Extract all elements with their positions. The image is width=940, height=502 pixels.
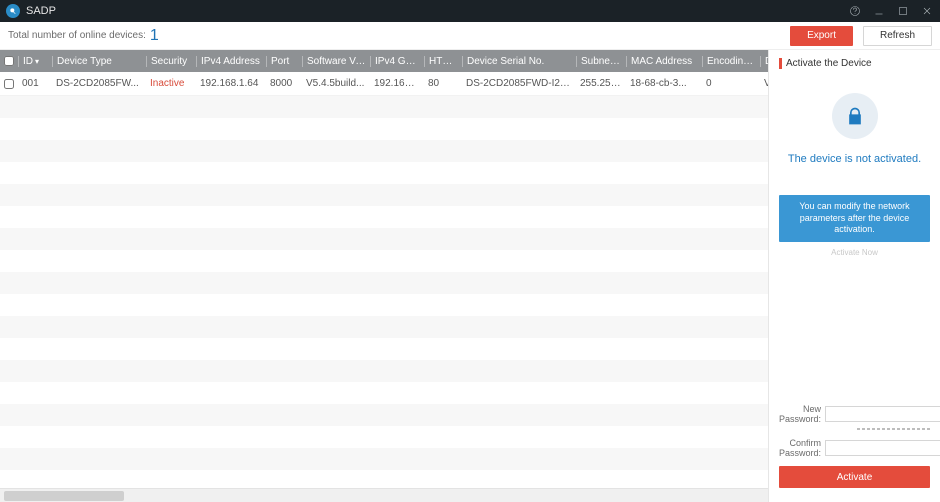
cell-http: 80 xyxy=(424,78,462,89)
activation-status: The device is not activated. xyxy=(788,153,921,165)
col-ip[interactable]: IPv4 Address xyxy=(196,56,266,67)
cell-mac: 18-68-cb-3... xyxy=(626,78,702,89)
cell-gateway: 192.168.... xyxy=(370,78,424,89)
col-http[interactable]: HTTP P... xyxy=(424,56,462,67)
export-button[interactable]: Export xyxy=(790,26,853,46)
col-software[interactable]: Software Ve... xyxy=(302,56,370,67)
cell-serial: DS-2CD2085FWD-I2017... xyxy=(462,78,576,89)
maximize-icon[interactable] xyxy=(896,4,910,18)
empty-rows xyxy=(0,96,768,502)
col-type[interactable]: Device Type xyxy=(52,56,146,67)
device-count-value: 1 xyxy=(150,27,159,45)
activate-button[interactable]: Activate xyxy=(779,466,930,488)
close-icon[interactable] xyxy=(920,4,934,18)
table-row[interactable]: 001 DS-2CD2085FW... Inactive 192.168.1.6… xyxy=(0,72,768,96)
activate-panel: Activate the Device The device is not ac… xyxy=(768,50,940,502)
device-grid: ID▾ Device Type Security IPv4 Address Po… xyxy=(0,50,768,502)
col-id[interactable]: ID▾ xyxy=(18,56,52,67)
col-check[interactable] xyxy=(0,56,18,66)
activation-hint: You can modify the network parameters af… xyxy=(779,195,930,242)
cell-dsp: V7.3 build. xyxy=(760,78,768,89)
new-password-input[interactable] xyxy=(825,406,940,422)
toolbar: Total number of online devices: 1 Export… xyxy=(0,22,940,50)
row-checkbox[interactable] xyxy=(4,79,14,89)
cell-type: DS-2CD2085FW... xyxy=(52,78,146,89)
confirm-password-label: Confirm Password: xyxy=(779,438,825,458)
cell-software: V5.4.5build... xyxy=(302,78,370,89)
refresh-button[interactable]: Refresh xyxy=(863,26,932,46)
cell-ip: 192.168.1.64 xyxy=(196,78,266,89)
new-password-label: New Password: xyxy=(779,404,825,424)
col-serial[interactable]: Device Serial No. xyxy=(462,56,576,67)
col-mac[interactable]: MAC Address xyxy=(626,56,702,67)
app-logo-icon xyxy=(6,4,20,18)
device-count-label: Total number of online devices: xyxy=(8,30,146,41)
col-port[interactable]: Port xyxy=(266,56,302,67)
activate-now-link[interactable]: Activate Now xyxy=(779,248,930,257)
cell-security: Inactive xyxy=(146,78,196,89)
minimize-icon[interactable] xyxy=(872,4,886,18)
title-bar: SADP xyxy=(0,0,940,22)
panel-title: Activate the Device xyxy=(779,58,930,69)
col-gateway[interactable]: IPv4 Gate... xyxy=(370,56,424,67)
grid-header: ID▾ Device Type Security IPv4 Address Po… xyxy=(0,50,768,72)
password-strength-meter xyxy=(857,428,930,430)
cell-id: 001 xyxy=(18,78,52,89)
help-icon[interactable] xyxy=(848,4,862,18)
cell-encoding: 0 xyxy=(702,78,760,89)
col-dsp[interactable]: DSP Versio xyxy=(760,56,768,67)
col-encoding[interactable]: Encoding Ch... xyxy=(702,56,760,67)
confirm-password-input[interactable] xyxy=(825,440,940,456)
cell-port: 8000 xyxy=(266,78,302,89)
col-security[interactable]: Security xyxy=(146,56,196,67)
horizontal-scrollbar[interactable] xyxy=(0,488,768,502)
col-subnet[interactable]: Subnet ... xyxy=(576,56,626,67)
app-title: SADP xyxy=(26,5,848,17)
lock-icon xyxy=(832,93,878,139)
cell-subnet: 255.255.... xyxy=(576,78,626,89)
